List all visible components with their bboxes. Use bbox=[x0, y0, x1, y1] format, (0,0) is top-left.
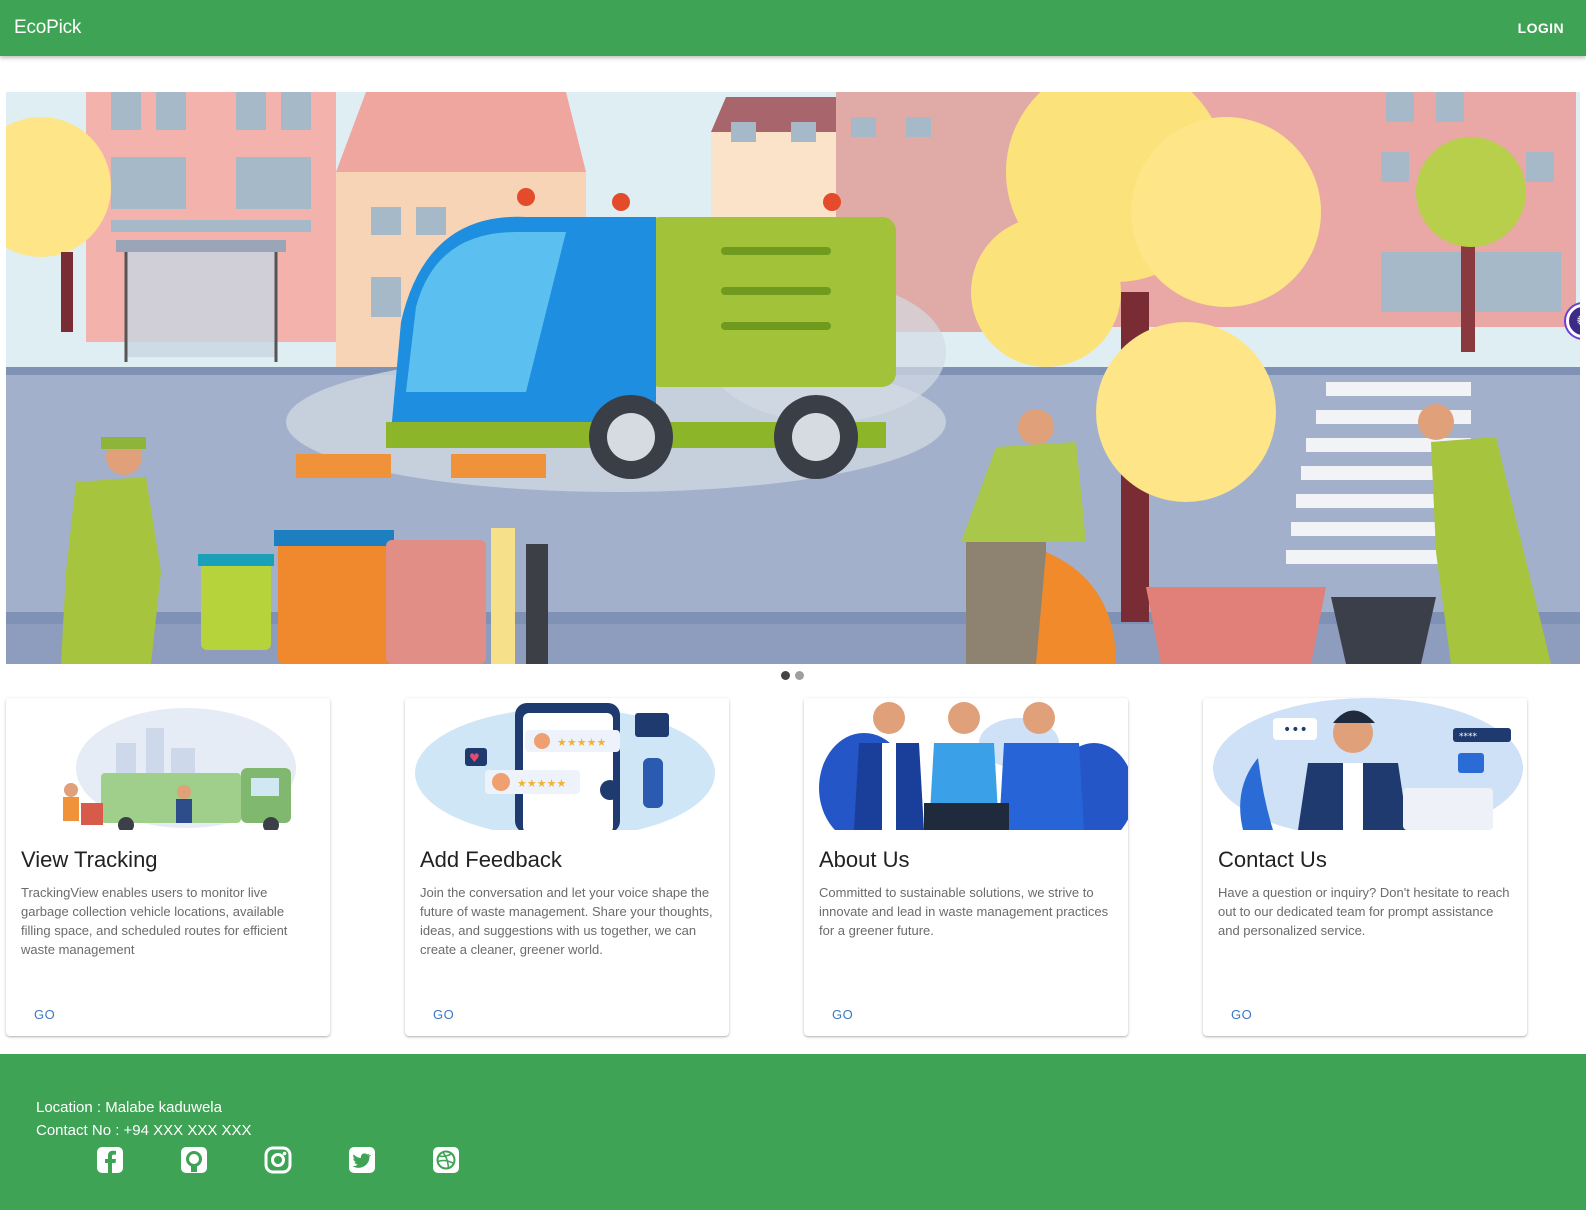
card-add-feedback: ★★★★★ ★★★★★ ♥ Add Feedback Join the conv… bbox=[405, 698, 729, 1036]
about-us-illustration bbox=[804, 698, 1128, 830]
card-contact-us: ••• **** Contact Us Have a question or i… bbox=[1203, 698, 1527, 1036]
hero-carousel-image: ✺ bbox=[6, 92, 1580, 664]
contact-us-go-button[interactable]: GO bbox=[1225, 1003, 1258, 1026]
card-title: About Us bbox=[819, 847, 910, 872]
carousel-indicators bbox=[781, 671, 804, 680]
carousel-dot-2[interactable] bbox=[795, 671, 804, 680]
instagram-icon[interactable] bbox=[264, 1146, 292, 1174]
card-description: Have a question or inquiry? Don't hesita… bbox=[1218, 885, 1510, 938]
svg-text:★★★★★: ★★★★★ bbox=[517, 777, 566, 790]
app-bar: EcoPick LOGIN bbox=[0, 0, 1586, 56]
about-us-go-button[interactable]: GO bbox=[826, 1003, 859, 1026]
card-description: Join the conversation and let your voice… bbox=[420, 885, 713, 957]
view-tracking-illustration bbox=[6, 698, 330, 830]
svg-text:♥: ♥ bbox=[469, 751, 480, 765]
login-button[interactable]: LOGIN bbox=[1510, 14, 1572, 42]
svg-text:★★★★★: ★★★★★ bbox=[557, 736, 606, 749]
footer-location: Location : Malabe kaduwela bbox=[36, 1099, 222, 1116]
card-description: Committed to sustainable solutions, we s… bbox=[819, 885, 1109, 938]
dribbble-icon[interactable] bbox=[432, 1146, 460, 1174]
brand-logo-text[interactable]: EcoPick bbox=[14, 17, 81, 39]
brain-icon: ✺ bbox=[1576, 311, 1580, 331]
svg-text:•••: ••• bbox=[1283, 722, 1308, 738]
svg-text:****: **** bbox=[1459, 732, 1478, 742]
contact-us-illustration: ••• **** bbox=[1203, 698, 1527, 830]
carousel-dot-1[interactable] bbox=[781, 671, 790, 680]
twitter-icon[interactable] bbox=[348, 1146, 376, 1174]
add-feedback-go-button[interactable]: GO bbox=[427, 1003, 460, 1026]
view-tracking-go-button[interactable]: GO bbox=[28, 1003, 61, 1026]
github-icon[interactable] bbox=[180, 1146, 208, 1174]
add-feedback-illustration: ★★★★★ ★★★★★ ♥ bbox=[405, 698, 729, 830]
card-title: View Tracking bbox=[21, 847, 158, 872]
footer-contact: Contact No : +94 XXX XXX XXX bbox=[36, 1122, 252, 1139]
social-links bbox=[96, 1146, 460, 1174]
card-title: Contact Us bbox=[1218, 847, 1327, 872]
card-description: TrackingView enables users to monitor li… bbox=[21, 885, 288, 957]
card-title: Add Feedback bbox=[420, 847, 562, 872]
card-about-us: About Us Committed to sustainable soluti… bbox=[804, 698, 1128, 1036]
card-view-tracking: View Tracking TrackingView enables users… bbox=[6, 698, 330, 1036]
facebook-icon[interactable] bbox=[96, 1146, 124, 1174]
